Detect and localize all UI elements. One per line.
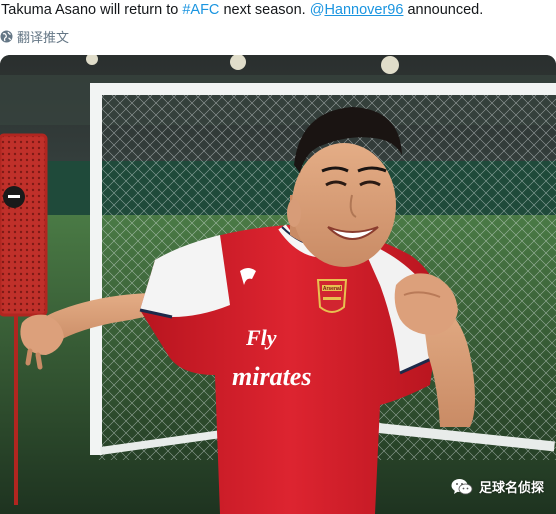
globe-icon — [0, 30, 13, 43]
tweet-photo[interactable]: Arsenal Fly mirates 足球名侦探 — [0, 55, 556, 514]
mention-at: @ — [309, 2, 325, 18]
tweet-text-after: announced. — [403, 2, 484, 18]
tweet-text: Takuma Asano will return to #AFC next se… — [1, 1, 483, 19]
mention-link[interactable]: @Hannover96 — [310, 2, 404, 18]
tweet-text-before: Takuma Asano will return to — [1, 2, 183, 18]
tweet-text-middle: next season. — [219, 2, 310, 18]
mention-name: Hannover96 — [324, 2, 404, 18]
translate-label: 翻译推文 — [17, 29, 70, 45]
arsenal-crest: Arsenal — [316, 279, 348, 313]
watermark: 足球名侦探 — [451, 477, 544, 496]
translate-tweet-button[interactable]: 翻译推文 — [0, 26, 69, 46]
player-photo-illustration: Arsenal Fly mirates — [0, 55, 556, 514]
crest-text: Arsenal — [323, 286, 342, 292]
wechat-icon — [451, 478, 473, 496]
sponsor-emirates: mirates — [232, 362, 311, 391]
watermark-text: 足球名侦探 — [478, 480, 544, 495]
sponsor-fly: Fly — [245, 325, 277, 350]
hashtag-link[interactable]: #AFC — [182, 2, 219, 18]
